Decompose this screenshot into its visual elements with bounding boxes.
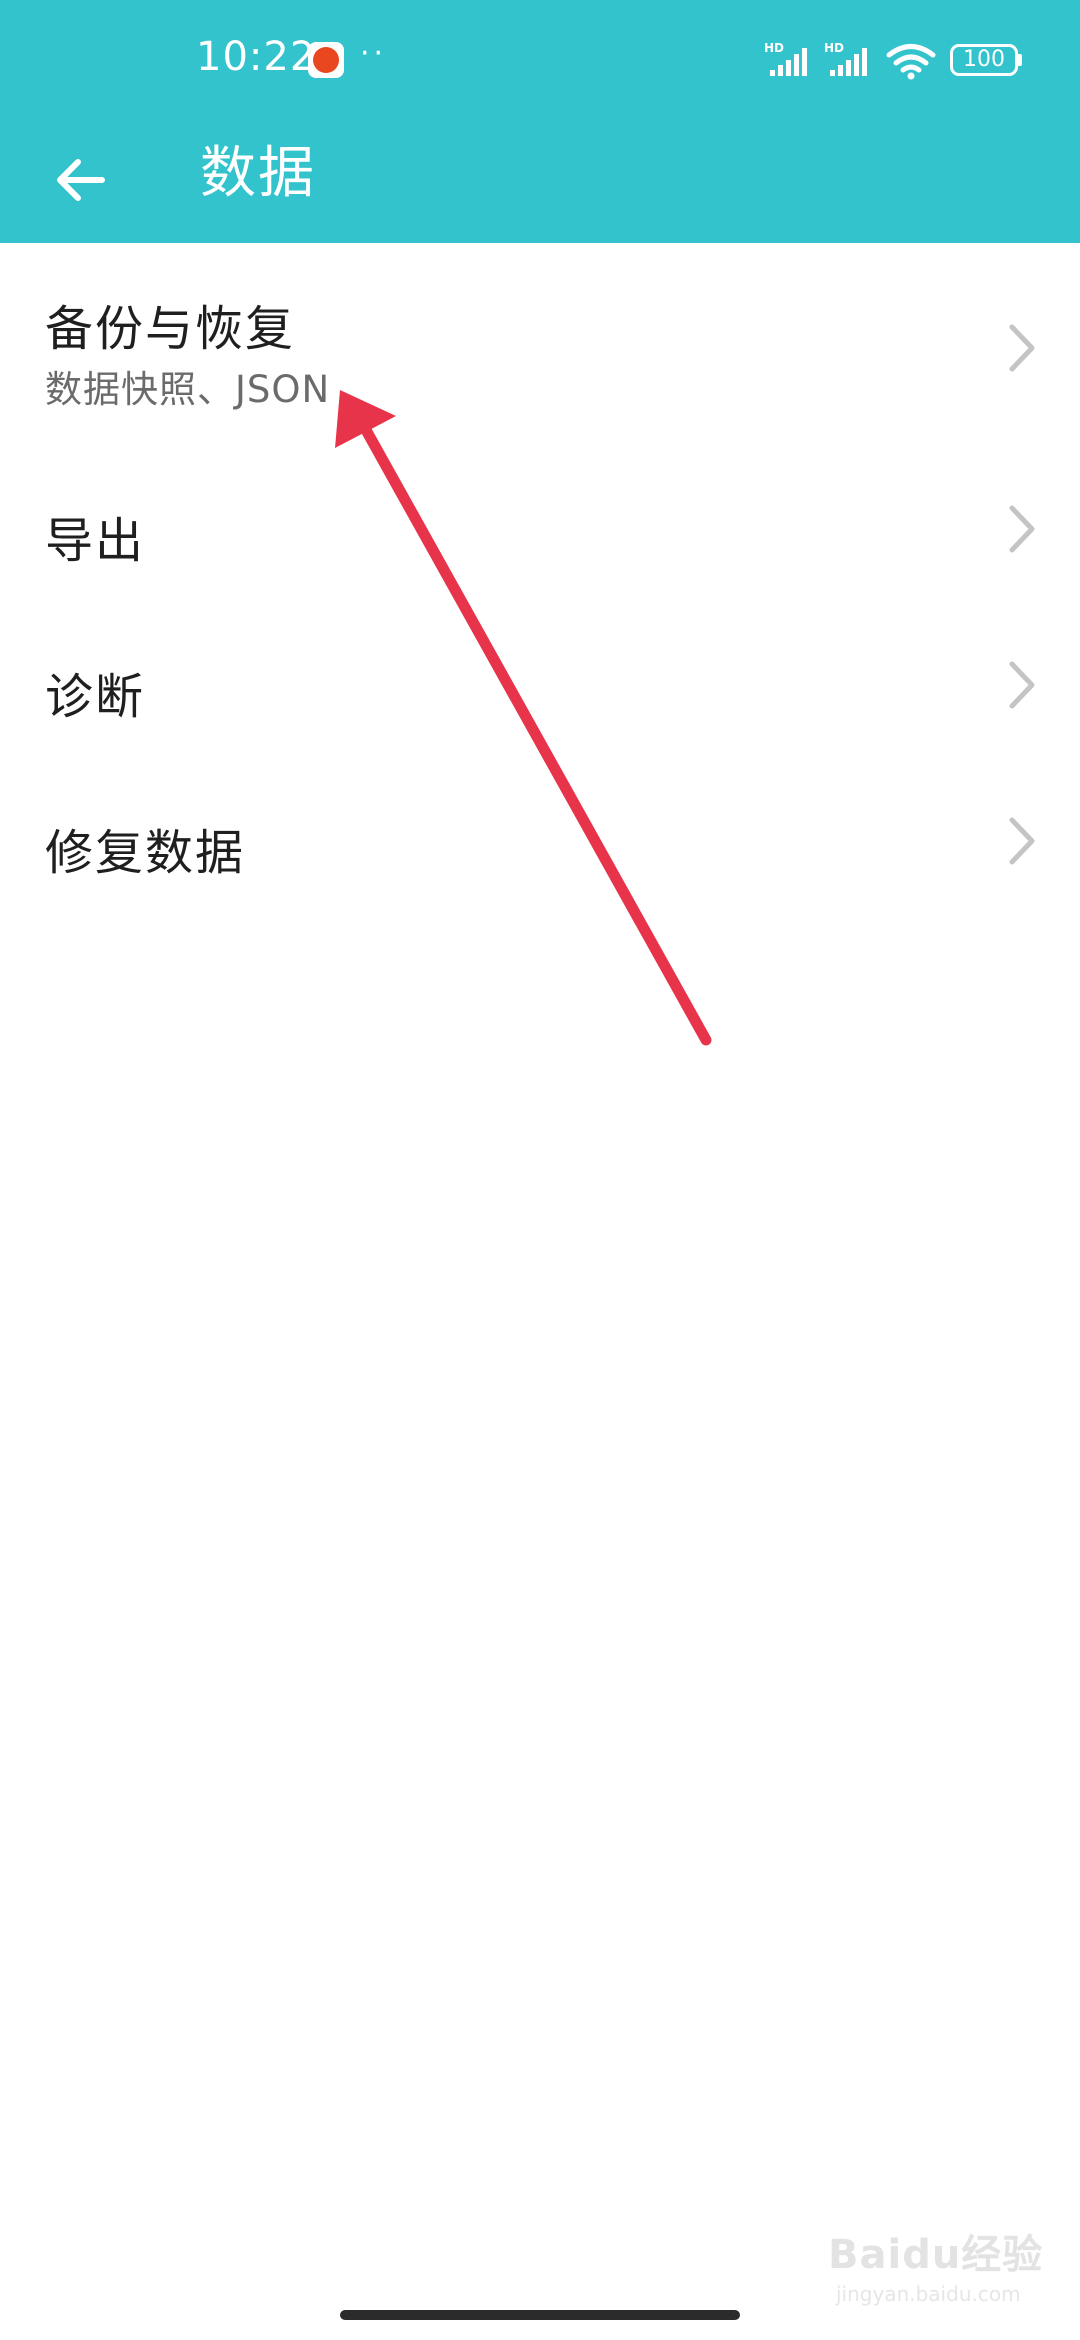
page-title: 数据 (200, 141, 316, 206)
signal-icon: HD (824, 41, 867, 76)
list-item-repair-data[interactable]: 修复数据 (0, 763, 1080, 919)
signal-label: HD (824, 41, 844, 55)
battery-tip (1018, 54, 1022, 66)
list-item-title: 诊断 (45, 669, 146, 725)
list-item-title: 备份与恢复 (45, 301, 296, 357)
screen: 10:22 ·· HD HD 100 数据 备份与恢复 数据快照、JSON 导出… (0, 0, 1080, 2340)
settings-list: 备份与恢复 数据快照、JSON 导出 诊断 修复数据 (0, 243, 1080, 919)
list-item-title: 修复数据 (45, 825, 246, 881)
app-notification-icon (308, 42, 344, 78)
list-item-diagnose[interactable]: 诊断 (0, 607, 1080, 763)
list-item-backup-restore[interactable]: 备份与恢复 数据快照、JSON (0, 243, 1080, 451)
status-bar: 10:22 ·· HD HD 100 (0, 0, 1080, 120)
battery-icon: 100 (950, 44, 1018, 76)
chevron-right-icon (1009, 324, 1035, 372)
signal-icon: HD (764, 41, 807, 76)
more-notifications-indicator: ·· (360, 36, 388, 71)
wifi-icon (886, 44, 936, 80)
list-item-export[interactable]: 导出 (0, 451, 1080, 607)
arrow-left-icon (57, 159, 105, 201)
home-indicator[interactable] (340, 2310, 740, 2320)
list-item-subtitle: 数据快照、JSON (45, 368, 331, 411)
back-button[interactable] (40, 140, 120, 220)
signal-label: HD (764, 41, 784, 55)
chevron-right-icon (1009, 505, 1035, 553)
status-time: 10:22 (196, 34, 317, 80)
watermark-logo: Baidu经验 (828, 2232, 1044, 2278)
list-item-title: 导出 (45, 513, 146, 569)
top-bar: 10:22 ·· HD HD 100 数据 (0, 0, 1080, 243)
watermark-url: jingyan.baidu.com (836, 2282, 1021, 2306)
app-bar: 数据 (0, 120, 1080, 243)
chevron-right-icon (1009, 817, 1035, 865)
chevron-right-icon (1009, 661, 1035, 709)
